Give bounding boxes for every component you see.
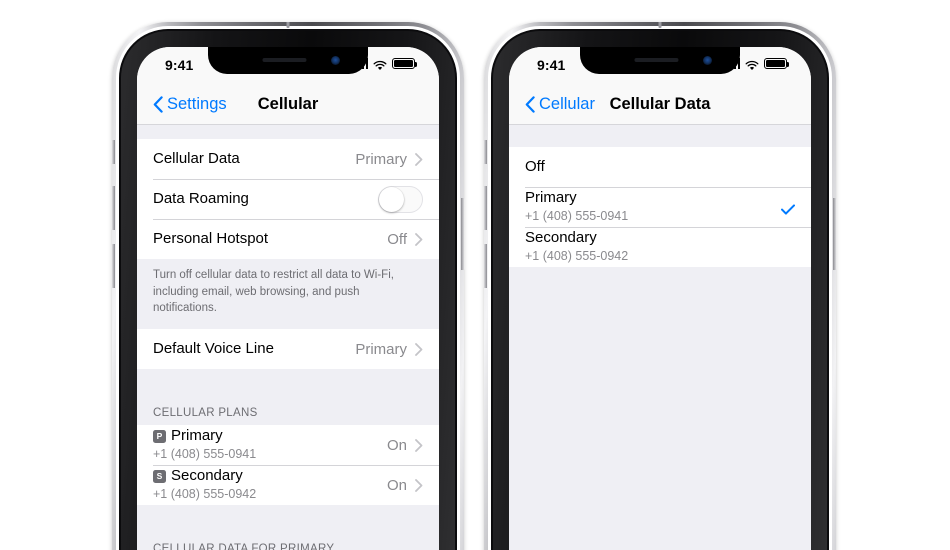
notch	[580, 47, 740, 74]
data-roaming-toggle[interactable]	[378, 185, 423, 213]
antenna-band	[658, 22, 662, 28]
row-option-off[interactable]: Off	[509, 147, 811, 187]
row-option-primary[interactable]: Primary +1 (408) 555-0941	[509, 187, 811, 227]
row-label: Primary	[525, 188, 577, 206]
notch	[208, 47, 368, 74]
row-value: Primary	[355, 340, 407, 358]
chevron-left-icon	[525, 96, 535, 113]
device-screen: 9:41	[137, 47, 439, 550]
earpiece-speaker-icon	[262, 58, 307, 62]
power-button[interactable]	[461, 198, 465, 270]
wifi-icon	[745, 58, 759, 71]
row-label: Default Voice Line	[153, 339, 274, 357]
row-label: Secondary	[171, 466, 243, 484]
row-cellular-data[interactable]: Cellular Data Primary	[137, 139, 439, 179]
sim-badge-primary-icon: P	[153, 429, 166, 443]
chevron-right-icon	[415, 438, 423, 452]
row-data-roaming[interactable]: Data Roaming	[137, 179, 439, 219]
row-subtitle: +1 (408) 555-0941	[525, 209, 629, 224]
row-value: Primary	[355, 150, 407, 168]
chevron-right-icon	[415, 152, 423, 166]
row-label: Personal Hotspot	[153, 229, 269, 247]
iphone-device-cellular: 9:41 Settings Cellular Cellular Data Pri…	[111, 22, 465, 550]
chevron-left-icon	[153, 96, 163, 113]
row-subtitle: +1 (408) 555-0942	[153, 487, 257, 502]
row-default-voice-line[interactable]: Default Voice Line Primary	[137, 329, 439, 370]
section-footer-note: Turn off cellular data to restrict all d…	[137, 259, 439, 330]
volume-down-button[interactable]	[111, 244, 115, 288]
back-button[interactable]: Settings	[153, 95, 227, 114]
battery-full-icon	[764, 58, 790, 69]
section-header-cellular-data-for-primary: CELLULAR DATA FOR PRIMARY	[153, 543, 335, 550]
row-label: Primary	[171, 426, 223, 444]
row-subtitle: +1 (408) 555-0942	[525, 249, 629, 264]
wifi-icon	[373, 58, 387, 71]
row-plan-primary[interactable]: P Primary +1 (408) 555-0941 On	[137, 425, 439, 466]
row-value: On	[386, 436, 407, 454]
section-header-cellular-plans: CELLULAR PLANS	[153, 407, 258, 420]
iphone-device-cellular-data: 9:41 Cellular Cellular Data Off Primary …	[483, 22, 837, 550]
sim-badge-secondary-icon: S	[153, 469, 166, 483]
earpiece-speaker-icon	[634, 58, 679, 62]
row-option-secondary[interactable]: Secondary +1 (408) 555-0942	[509, 227, 811, 267]
chevron-right-icon	[415, 232, 423, 246]
row-label: Secondary	[525, 228, 597, 246]
section-data-line-options: Off Primary +1 (408) 555-0941 Secondary …	[509, 147, 811, 267]
section-cellular-plans-group: P Primary +1 (408) 555-0941 On S Seconda…	[137, 425, 439, 506]
silence-switch[interactable]	[483, 140, 487, 164]
battery-full-icon	[392, 58, 418, 69]
device-screen: 9:41	[509, 47, 811, 550]
status-time: 9:41	[165, 57, 194, 73]
section-default-voice-group: Default Voice Line Primary	[137, 329, 439, 370]
row-label: Off	[525, 157, 545, 175]
antenna-band	[286, 22, 290, 28]
settings-table: Cellular Data Primary Data Roaming Perso…	[137, 125, 439, 550]
row-value: Off	[387, 230, 407, 248]
volume-up-button[interactable]	[111, 186, 115, 230]
back-button-label: Cellular	[539, 95, 595, 113]
row-subtitle: +1 (408) 555-0941	[153, 447, 257, 462]
row-label: Data Roaming	[153, 189, 249, 207]
cellular-data-options-table: Off Primary +1 (408) 555-0941 Secondary …	[509, 125, 811, 550]
chevron-right-icon	[415, 342, 423, 356]
row-plan-secondary[interactable]: S Secondary +1 (408) 555-0942 On	[137, 465, 439, 506]
row-value: On	[386, 476, 407, 494]
screenshot-stage: 9:41 Settings Cellular Cellular Data Pri…	[0, 0, 950, 550]
chevron-right-icon	[415, 478, 423, 492]
volume-down-button[interactable]	[483, 244, 487, 288]
row-label: Cellular Data	[153, 149, 240, 167]
front-camera-icon	[331, 56, 340, 65]
silence-switch[interactable]	[111, 140, 115, 164]
row-personal-hotspot[interactable]: Personal Hotspot Off	[137, 219, 439, 259]
section-cellular-data-group: Cellular Data Primary Data Roaming Perso…	[137, 139, 439, 259]
power-button[interactable]	[833, 198, 837, 270]
checkmark-icon	[781, 202, 795, 215]
back-button-label: Settings	[167, 95, 227, 113]
back-button[interactable]: Cellular	[525, 95, 595, 114]
front-camera-icon	[703, 56, 712, 65]
navigation-bar: Cellular Cellular Data	[509, 85, 811, 125]
navigation-bar: Settings Cellular	[137, 85, 439, 125]
status-time: 9:41	[537, 57, 566, 73]
volume-up-button[interactable]	[483, 186, 487, 230]
